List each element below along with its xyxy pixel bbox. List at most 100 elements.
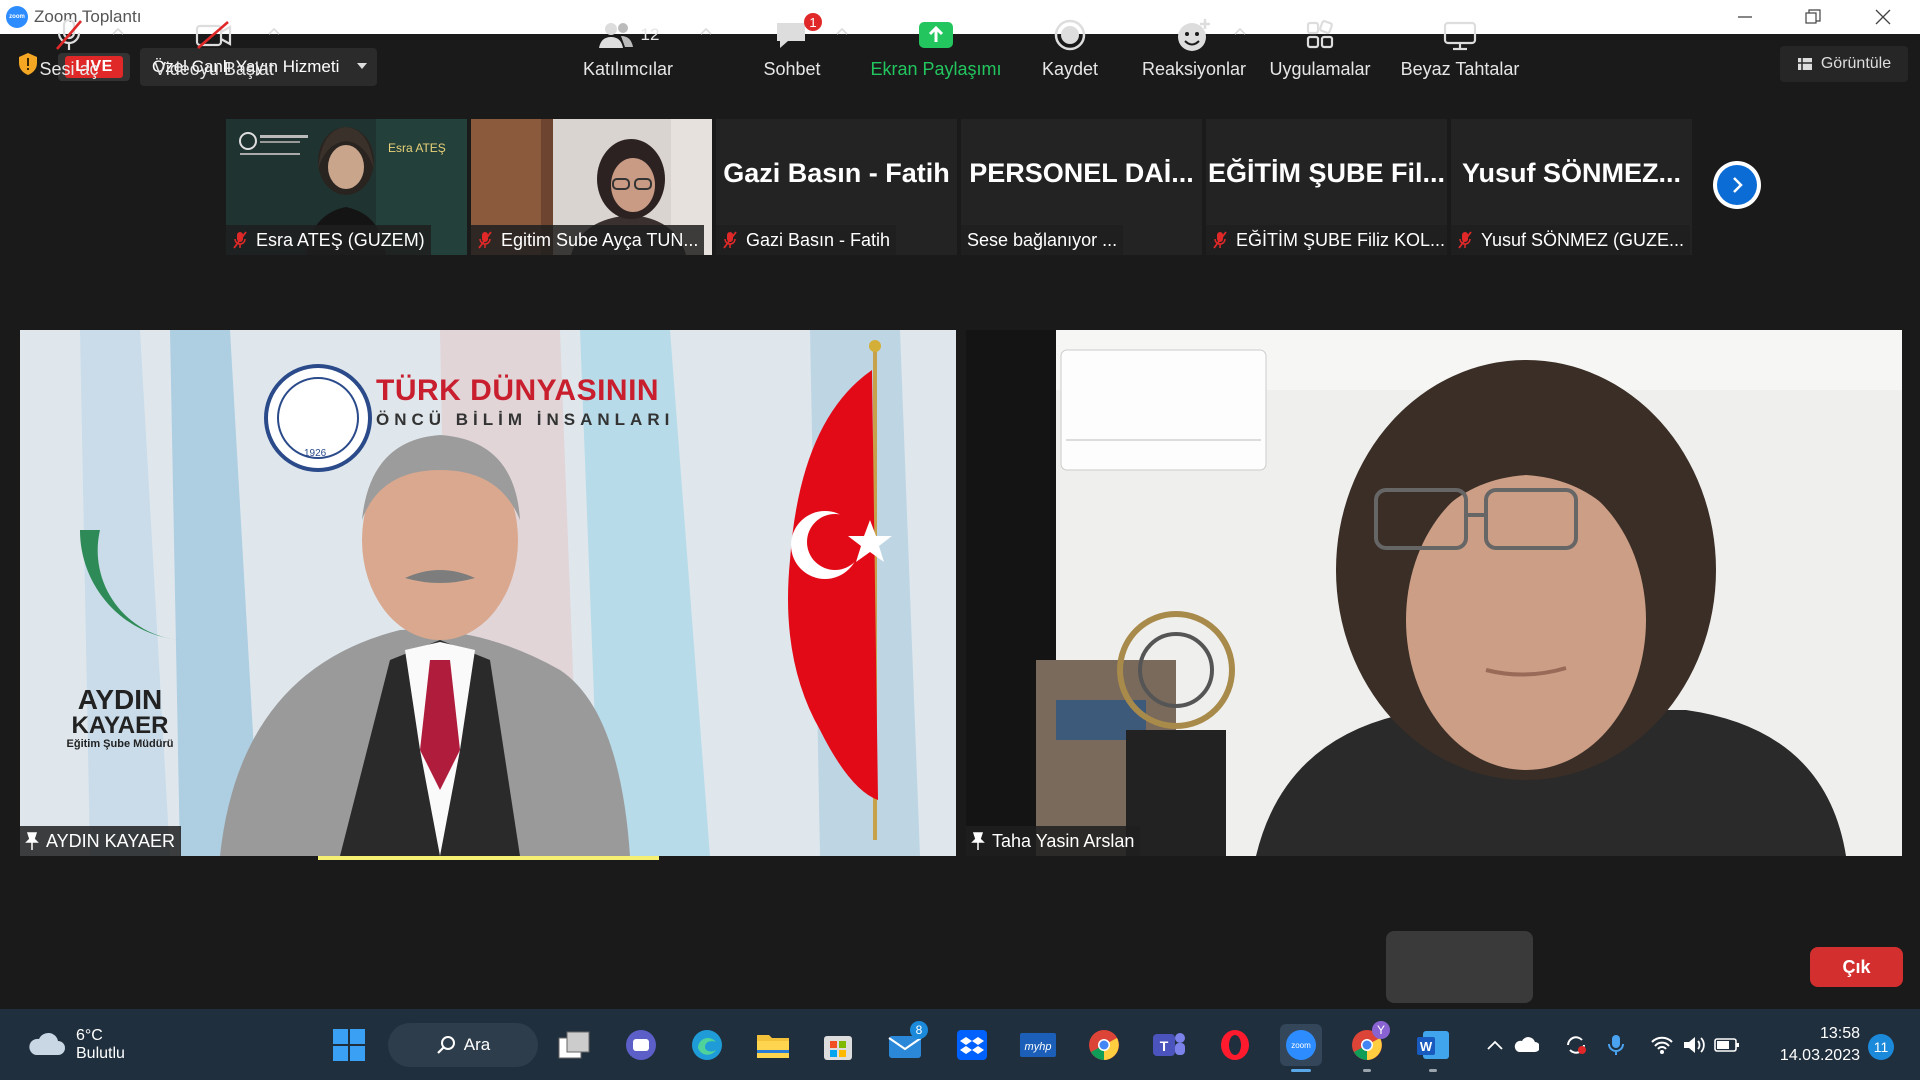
connecting-status: Sese bağlanıyor ... (967, 229, 1118, 250)
edge-icon (692, 1030, 722, 1060)
minimize-button[interactable] (1710, 0, 1780, 34)
speaker-icon (1684, 1037, 1705, 1053)
taskbar-app-file-explorer[interactable] (752, 1024, 794, 1066)
restore-icon (1805, 9, 1821, 24)
meeting-toolbar (0, 920, 1920, 1009)
volume-tray[interactable] (1680, 1024, 1708, 1066)
wifi-icon (1651, 1036, 1673, 1054)
whiteboard-icon (1443, 21, 1477, 51)
participant-tile[interactable]: Gazi Basın - Fatih Gazi Basın - Fatih (716, 119, 957, 255)
task-view-button[interactable] (553, 1024, 595, 1066)
participants-count: 12 (640, 25, 660, 44)
taskbar-app-mail[interactable]: 8 (884, 1021, 928, 1066)
taskbar-app-edge[interactable] (686, 1024, 728, 1066)
search-icon (436, 1036, 455, 1054)
taskbar-search[interactable]: Ara (388, 1023, 538, 1067)
clock[interactable]: 13:58 14.03.2023 (1766, 1023, 1860, 1067)
battery-tray[interactable] (1712, 1024, 1742, 1066)
leave-button[interactable]: Çık (1810, 947, 1903, 987)
running-indicator (1363, 1069, 1371, 1072)
whiteboards-highlight (1386, 931, 1533, 1003)
apps-icon (1306, 20, 1334, 49)
meeting-area: LIVE Özel Canlı Yayın Hizmeti Görüntüle … (0, 34, 1920, 1009)
windows-taskbar: 6°C Bulutlu Ara 8 myhp T zoom Y W 13:58 … (0, 1009, 1920, 1080)
participant-tile[interactable]: PERSONEL DAİ... Sese bağlanıyor ... (961, 119, 1202, 255)
participant-name: Gazi Basın - Fatih (746, 229, 891, 250)
participant-name: Taha Yasin Arslan (992, 830, 1135, 851)
weather-widget[interactable]: 6°C Bulutlu (26, 1023, 156, 1067)
unmute-button[interactable]: Sesi aç (36, 14, 102, 80)
mic-muted-icon (478, 231, 492, 249)
reactions-options-caret[interactable] (1234, 22, 1246, 38)
chevron-up-icon (700, 27, 712, 35)
participant-name: Esra ATEŞ (GUZEM) (256, 229, 425, 250)
notification-center-badge[interactable]: 11 (1868, 1034, 1894, 1060)
start-video-button[interactable]: Videoyu Başlat (150, 14, 278, 80)
chrome-profile-badge: Y (1372, 1021, 1390, 1039)
chevron-up-icon (268, 27, 280, 35)
nameplate-title: Eğitim Şube Müdürü (66, 738, 174, 750)
participants-label: Katılımcılar (582, 59, 674, 79)
share-screen-button[interactable]: Ekran Paylaşımı (866, 14, 1006, 80)
participant-video (966, 330, 1902, 856)
sync-tray[interactable] (1562, 1024, 1590, 1066)
taskbar-app-hp[interactable]: myhp (1017, 1024, 1059, 1066)
windows-icon (333, 1029, 365, 1061)
reactions-label: Reaksiyonlar (1141, 59, 1247, 79)
record-icon (1054, 19, 1086, 51)
search-label: Ara (463, 1035, 491, 1054)
audio-options-caret[interactable] (112, 22, 124, 38)
mic-muted-icon (1458, 231, 1472, 249)
main-video-left[interactable]: TÜRK DÜNYASININ ÖNCÜ BİLİM İNSANLARI 192… (20, 330, 956, 856)
wifi-tray[interactable] (1648, 1024, 1676, 1066)
clock-date: 14.03.2023 (1779, 1047, 1860, 1064)
taskbar-app-chrome-profile[interactable]: Y (1346, 1021, 1390, 1072)
taskbar-app-teams-chat[interactable] (620, 1024, 662, 1066)
participant-tile[interactable]: Yusuf SÖNMEZ... Yusuf SÖNMEZ (GUZE... (1451, 119, 1692, 255)
dropbox-icon (957, 1030, 987, 1060)
close-button[interactable] (1848, 0, 1918, 34)
chevron-up-icon (112, 27, 124, 35)
participant-tile[interactable]: EĞİTİM ŞUBE Fil... EĞİTİM ŞUBE Filiz KOL… (1206, 119, 1447, 255)
participants-options-caret[interactable] (700, 22, 712, 38)
taskbar-app-store[interactable] (817, 1024, 859, 1066)
participant-tile[interactable]: Egitim Sube Ayça TUN... (471, 119, 712, 255)
whiteboards-button[interactable]: Beyaz Tahtalar (1392, 14, 1528, 80)
svg-text:W: W (1420, 1039, 1433, 1054)
myhp-icon: myhp (1020, 1033, 1056, 1057)
reactions-button[interactable]: Reaksiyonlar (1140, 14, 1248, 80)
participant-tile[interactable]: Esra ATEŞ Esra ATEŞ (GUZEM) (226, 119, 467, 255)
taskbar-app-teams[interactable]: T (1148, 1024, 1190, 1066)
pin-icon (25, 832, 39, 850)
mic-muted-icon (233, 231, 247, 249)
onedrive-tray[interactable] (1512, 1024, 1540, 1066)
taskbar-app-chrome[interactable] (1083, 1024, 1125, 1066)
start-button[interactable] (328, 1024, 370, 1066)
apps-button[interactable]: Uygulamalar (1266, 14, 1374, 80)
chat-options-caret[interactable] (836, 22, 848, 38)
taskbar-app-zoom[interactable]: zoom (1280, 1024, 1322, 1072)
running-indicator (1291, 1069, 1311, 1072)
battery-icon (1714, 1038, 1739, 1052)
nameplate: AYDIN KAYAER Eğitim Şube Müdürü (60, 686, 180, 751)
banner-text: TÜRK DÜNYASININ ÖNCÜ BİLİM İNSANLARI (376, 374, 674, 430)
video-options-caret[interactable] (268, 22, 280, 38)
show-hidden-icons-button[interactable] (1482, 1024, 1508, 1066)
chevron-up-icon (836, 27, 848, 35)
taskbar-app-dropbox[interactable] (951, 1024, 993, 1066)
taskbar-app-opera[interactable] (1214, 1024, 1256, 1066)
microphone-tray[interactable] (1602, 1024, 1630, 1066)
taskbar-app-word[interactable]: W (1412, 1024, 1454, 1072)
view-button[interactable]: Görüntüle (1780, 46, 1908, 82)
restore-button[interactable] (1778, 0, 1848, 34)
banner-line-2: ÖNCÜ BİLİM İNSANLARI (376, 410, 675, 429)
start-video-label: Videoyu Başlat (154, 59, 274, 79)
mic-muted-icon (56, 18, 82, 50)
record-button[interactable]: Kaydet (1036, 14, 1104, 80)
participants-button[interactable]: 12 Katılımcılar (578, 14, 678, 80)
thumb-caption: Esra ATEŞ (388, 141, 446, 155)
next-page-button[interactable] (1713, 161, 1761, 209)
main-video-right[interactable]: Taha Yasin Arslan (966, 330, 1902, 856)
unmute-label: Sesi aç (39, 59, 99, 79)
chat-button[interactable]: 1 Sohbet (752, 13, 832, 80)
